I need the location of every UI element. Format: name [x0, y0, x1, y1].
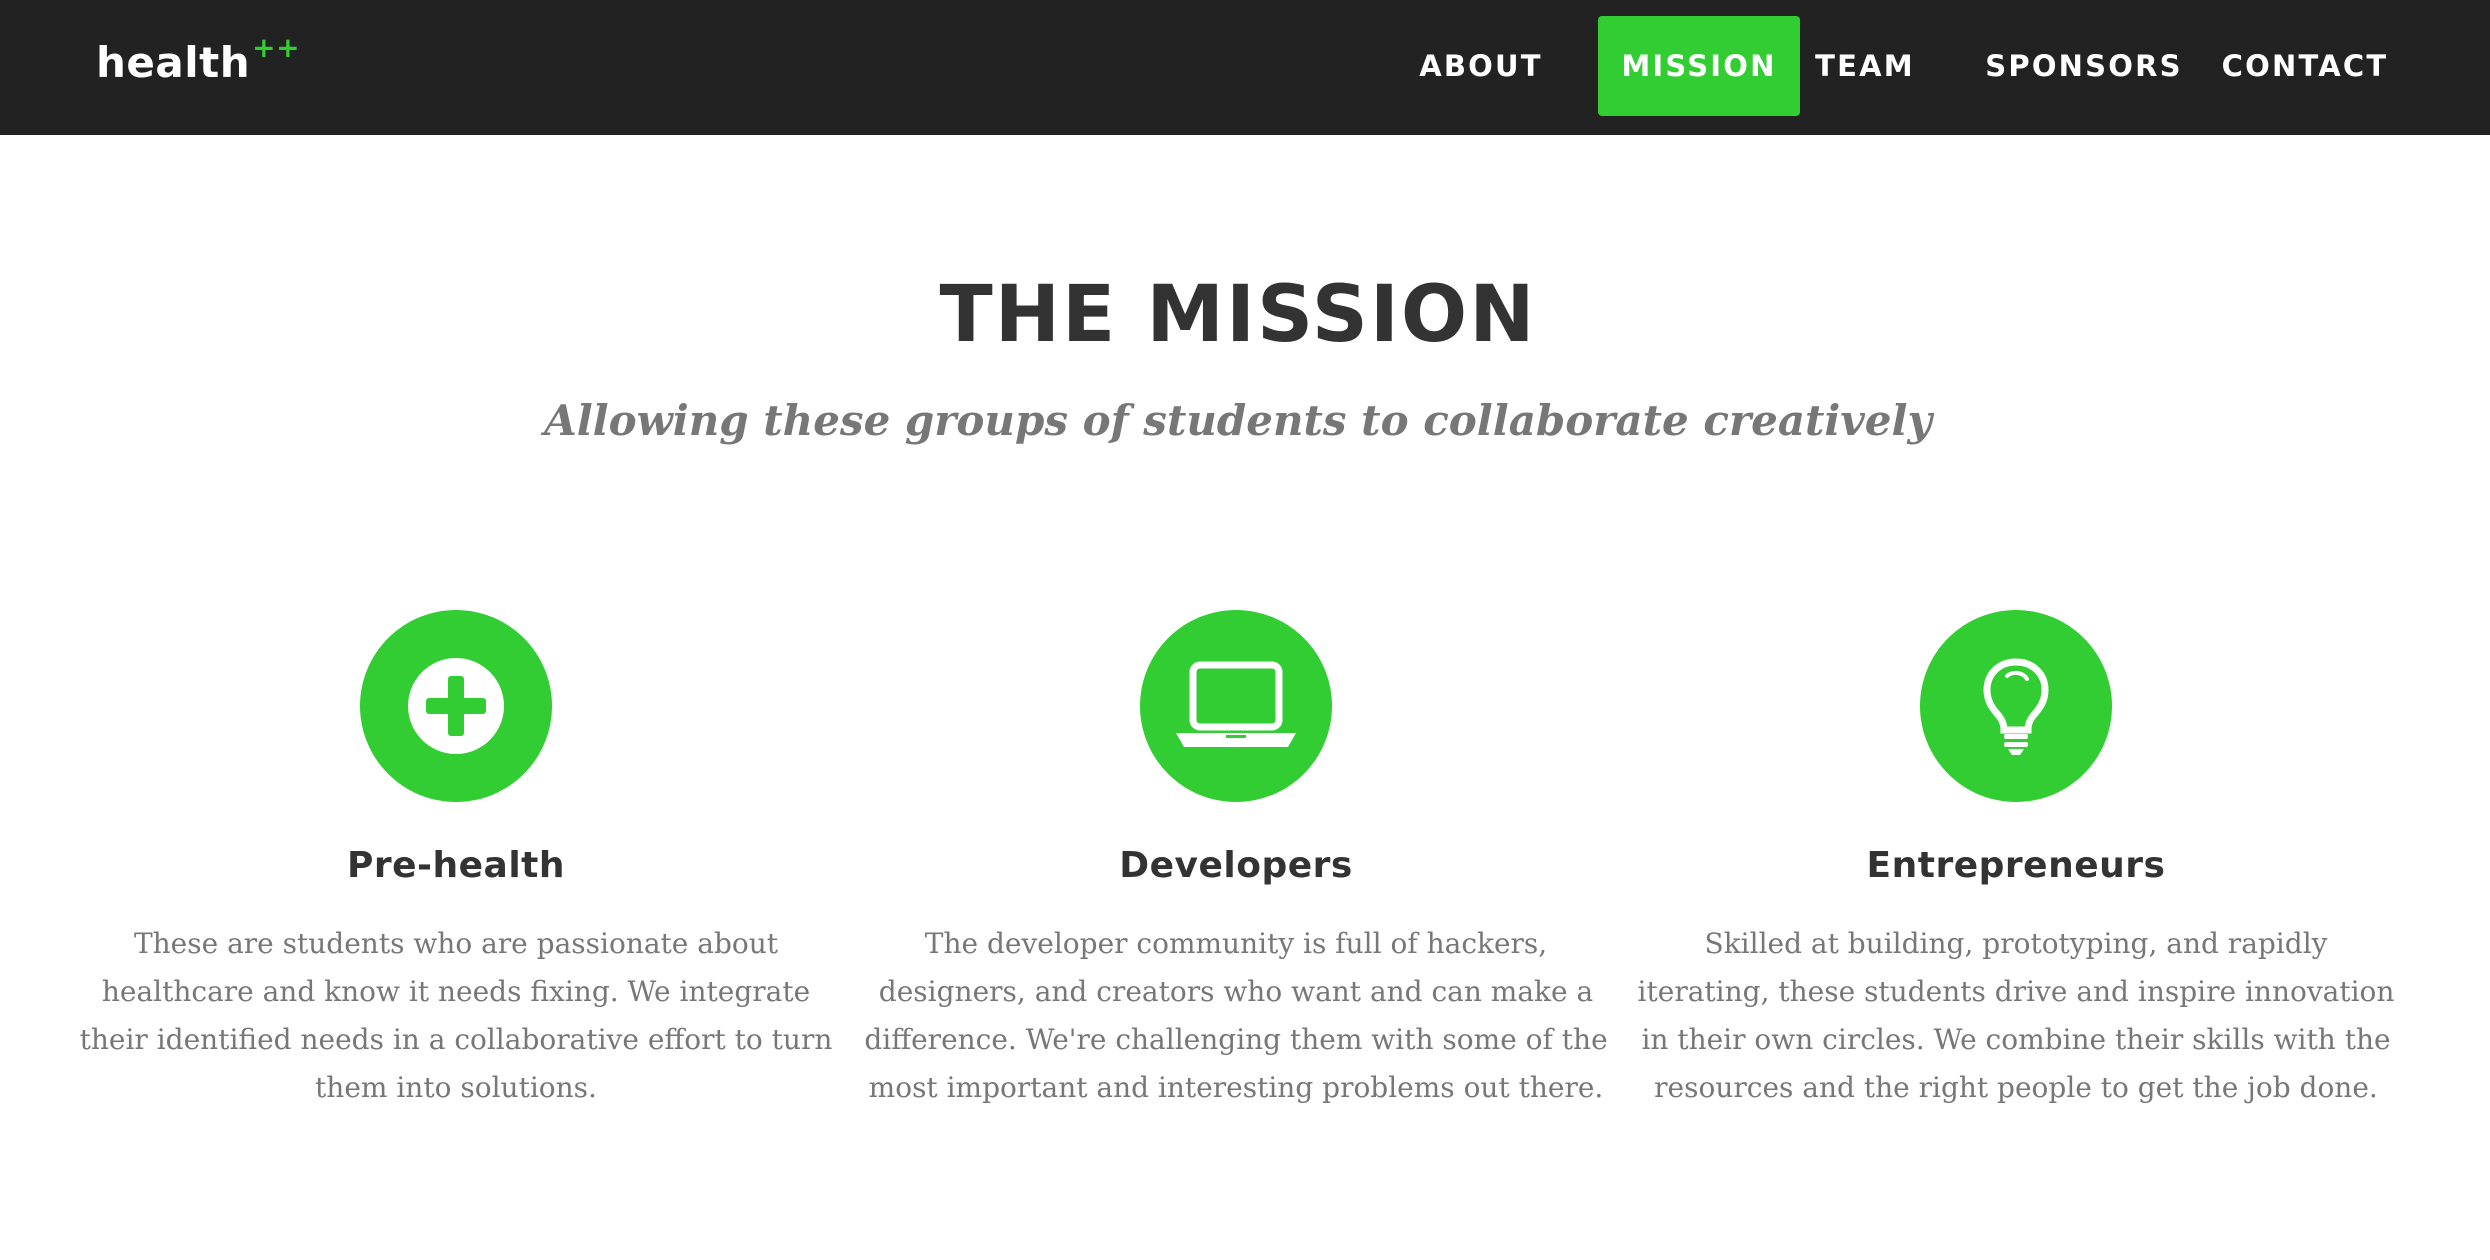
- nav-item-contact[interactable]: CONTACT: [2206, 16, 2404, 116]
- feature-description: Skilled at building, prototyping, and ra…: [1637, 927, 2395, 1104]
- feature-description: The developer community is full of hacke…: [864, 927, 1608, 1104]
- plus-circle-icon: [360, 610, 552, 802]
- section-subtitle: Allowing these groups of students to col…: [544, 396, 1932, 445]
- brand-logo[interactable]: health++: [96, 31, 300, 87]
- nav-item-team[interactable]: TEAM: [1806, 16, 1924, 116]
- brand-suffix: ++: [252, 31, 301, 64]
- top-navbar: health++ ABOUT MISSION TEAM SPONSORS CON…: [0, 0, 2490, 135]
- feature-description: These are students who are passionate ab…: [79, 927, 833, 1104]
- lightbulb-icon: [1920, 610, 2112, 802]
- nav-item-about[interactable]: ABOUT: [1414, 16, 1548, 116]
- nav-item-mission[interactable]: MISSION: [1598, 16, 1800, 116]
- feature-title: Entrepreneurs: [1866, 845, 2166, 886]
- laptop-icon: [1140, 610, 1332, 802]
- section-title: THE MISSION: [939, 270, 1537, 360]
- brand-name: health: [96, 38, 251, 87]
- nav-item-sponsors[interactable]: SPONSORS: [1968, 16, 2200, 116]
- feature-title: Developers: [1119, 845, 1353, 886]
- feature-title: Pre-health: [346, 845, 565, 886]
